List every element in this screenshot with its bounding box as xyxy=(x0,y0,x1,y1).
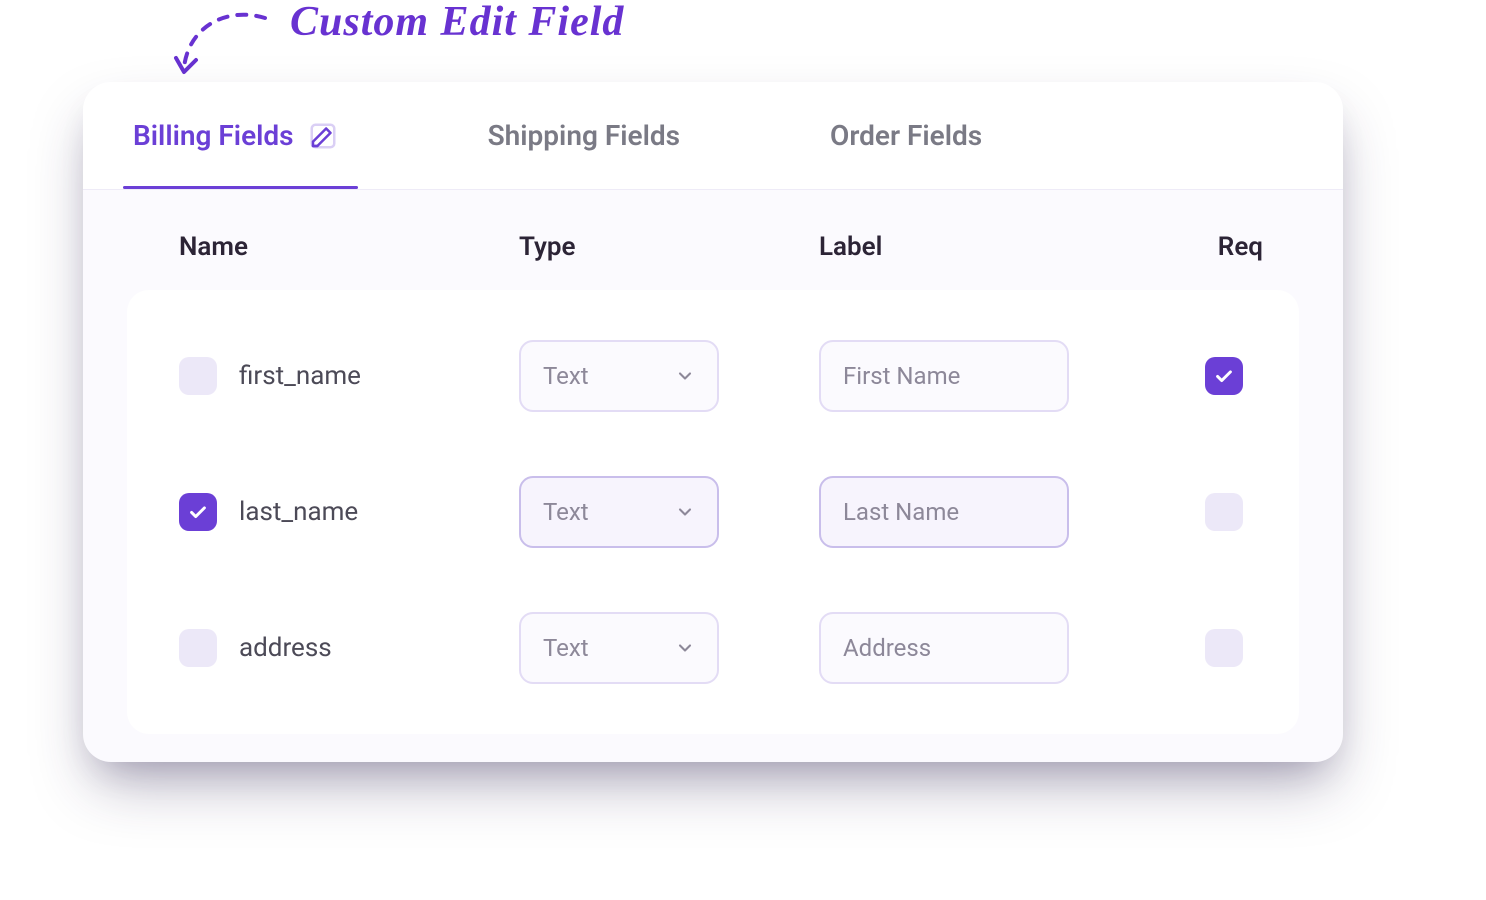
field-name: address xyxy=(239,633,332,663)
label-input-value: Address xyxy=(843,634,931,662)
row-select-checkbox[interactable] xyxy=(179,629,217,667)
tab-label: Order Fields xyxy=(830,119,982,152)
row-select-checkbox[interactable] xyxy=(179,357,217,395)
tabs-bar: Billing Fields Shipping Fields Order Fie… xyxy=(83,82,1343,190)
column-header-label: Label xyxy=(819,232,1189,262)
tab-billing-fields[interactable]: Billing Fields xyxy=(103,82,368,189)
column-header-name: Name xyxy=(179,232,519,262)
annotation-text: Custom Edit Field xyxy=(290,0,624,46)
chevron-down-icon xyxy=(675,638,695,658)
column-header-req: Req xyxy=(1189,232,1283,262)
chevron-down-icon xyxy=(675,502,695,522)
label-input[interactable]: First Name xyxy=(819,340,1069,412)
name-cell: address xyxy=(179,629,519,667)
column-header-type: Type xyxy=(519,232,819,262)
table-row: address Text Address xyxy=(143,582,1283,714)
required-checkbox[interactable] xyxy=(1205,493,1243,531)
required-checkbox[interactable] xyxy=(1205,629,1243,667)
row-select-checkbox[interactable] xyxy=(179,493,217,531)
required-checkbox[interactable] xyxy=(1205,357,1243,395)
field-name: first_name xyxy=(239,361,361,391)
type-select-value: Text xyxy=(543,362,589,390)
chevron-down-icon xyxy=(675,366,695,386)
label-input[interactable]: Address xyxy=(819,612,1069,684)
type-select-value: Text xyxy=(543,498,589,526)
tab-label: Shipping Fields xyxy=(488,119,680,152)
type-select[interactable]: Text xyxy=(519,340,719,412)
tab-shipping-fields[interactable]: Shipping Fields xyxy=(458,82,710,189)
tab-label: Billing Fields xyxy=(133,119,294,152)
label-input-value: First Name xyxy=(843,362,960,390)
type-select[interactable]: Text xyxy=(519,476,719,548)
field-name: last_name xyxy=(239,497,358,527)
annotation-arrow-icon xyxy=(170,10,290,90)
type-select[interactable]: Text xyxy=(519,612,719,684)
label-input-value: Last Name xyxy=(843,498,959,526)
annotation-callout: Custom Edit Field xyxy=(170,2,590,82)
type-select-value: Text xyxy=(543,634,589,662)
name-cell: last_name xyxy=(179,493,519,531)
table-row: first_name Text First Name xyxy=(143,310,1283,442)
table-row: last_name Text Last Name xyxy=(143,446,1283,578)
edit-icon xyxy=(308,121,338,151)
name-cell: first_name xyxy=(179,357,519,395)
label-input[interactable]: Last Name xyxy=(819,476,1069,548)
tab-order-fields[interactable]: Order Fields xyxy=(800,82,1012,189)
fields-editor-card: Billing Fields Shipping Fields Order Fie… xyxy=(83,82,1343,762)
table-header: Name Type Label Req xyxy=(83,190,1343,290)
fields-table-body: first_name Text First Name xyxy=(127,290,1299,734)
